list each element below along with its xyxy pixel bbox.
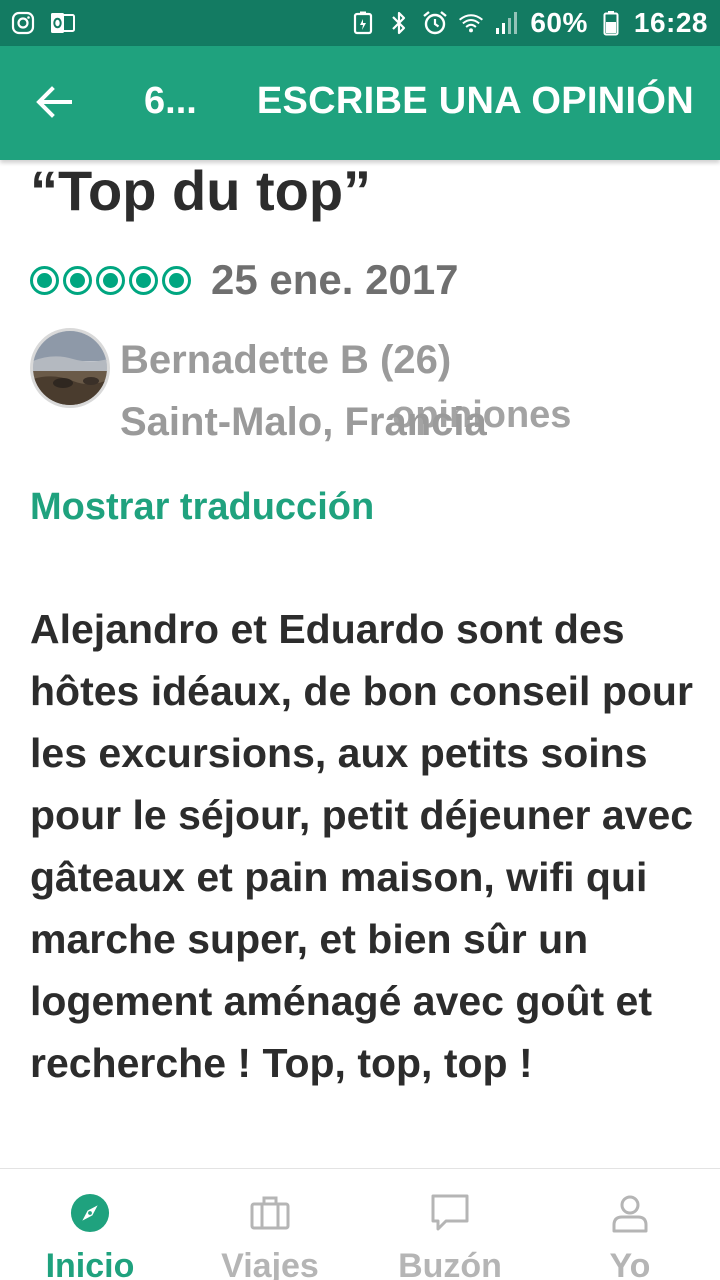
alarm-icon	[422, 10, 448, 36]
nav-label-inicio: Inicio	[45, 1247, 135, 1280]
review-body: Alejandro et Eduardo sont des hôtes idéa…	[30, 606, 694, 1086]
status-left	[10, 10, 76, 36]
nav-label-yo: Yo	[609, 1247, 651, 1280]
battery-saver-icon	[350, 10, 376, 36]
rating-bubble-icon	[63, 265, 92, 295]
review-date: 25 ene. 2017	[211, 256, 459, 303]
chat-bubble-icon	[430, 1193, 470, 1233]
arrow-left-icon	[36, 85, 72, 123]
write-review-button[interactable]: ESCRIBE UNA OPINIÓN	[257, 80, 694, 123]
clock: 16:28	[633, 7, 708, 38]
app-bar: 6... ESCRIBE UNA OPINIÓN	[0, 46, 720, 160]
suitcase-icon	[250, 1193, 290, 1233]
rating-bubble-fill	[70, 272, 85, 288]
person-icon	[610, 1193, 650, 1233]
status-bar: 60% 16:28	[0, 0, 720, 46]
rating-bubble-icon	[96, 265, 125, 295]
outlook-icon	[50, 10, 76, 36]
reviewer-name[interactable]: Bernadette B (26)	[120, 338, 451, 383]
battery-icon	[598, 10, 624, 36]
signal-icon	[494, 10, 520, 36]
bluetooth-icon	[386, 10, 412, 36]
rating-bubble-icon	[129, 265, 158, 295]
nav-item-yo[interactable]: Yo	[540, 1169, 720, 1280]
compass-icon	[70, 1193, 110, 1233]
avatar[interactable]	[30, 328, 110, 408]
instagram-icon	[10, 10, 36, 36]
rating-bubbles	[30, 265, 191, 295]
nav-item-viajes[interactable]: Viajes	[180, 1169, 360, 1280]
status-right: 60% 16:28	[350, 7, 708, 39]
back-button[interactable]	[34, 84, 74, 124]
rating-bubble-icon	[162, 265, 191, 295]
rating-bubble-fill	[103, 272, 118, 288]
rating-bubble-fill	[136, 272, 151, 288]
reviewer-opinions-label: opiniones	[392, 394, 572, 436]
rating-bubble-icon	[30, 265, 59, 295]
nav-label-buzon: Buzón	[398, 1247, 502, 1280]
wifi-icon	[458, 10, 484, 36]
review-title: “Top du top”	[30, 159, 372, 222]
bottom-nav: Inicio Viajes Buzón Yo	[0, 1168, 720, 1280]
nav-item-buzon[interactable]: Buzón	[360, 1169, 540, 1280]
nav-item-inicio[interactable]: Inicio	[0, 1169, 180, 1280]
avatar-image	[33, 331, 107, 405]
rating-bubble-fill	[169, 272, 184, 288]
battery-percent: 60%	[530, 7, 588, 38]
rating-row: 25 ene. 2017	[30, 252, 459, 308]
show-translation-link[interactable]: Mostrar traducción	[30, 486, 374, 529]
rating-bubble-fill	[37, 272, 52, 288]
nav-label-viajes: Viajes	[221, 1247, 319, 1280]
app-title: 6...	[144, 80, 197, 122]
